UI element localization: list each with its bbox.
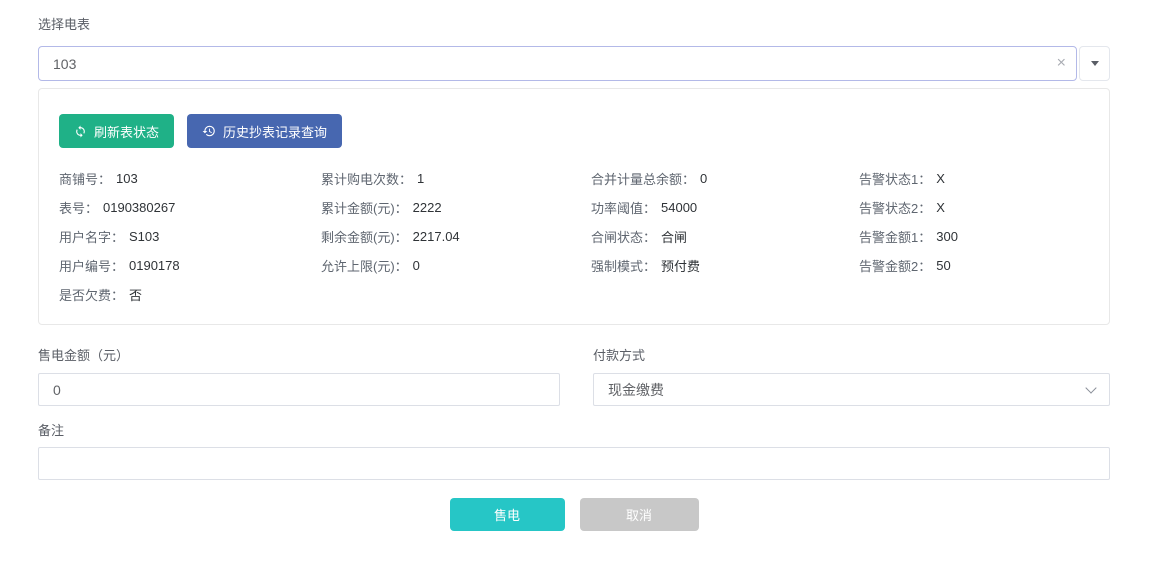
info-item-power-threshold: 功率阈值： 54000 <box>591 193 859 222</box>
panel-buttons: 刷新表状态 历史抄表记录查询 <box>59 114 1089 148</box>
info-item-alarm-status-1: 告警状态1： X <box>859 164 1089 193</box>
sale-amount-label: 售电金额（元） <box>38 349 560 363</box>
history-button-label: 历史抄表记录查询 <box>223 122 327 141</box>
sale-amount-field: 售电金额（元） <box>38 349 560 406</box>
info-item-switch-status: 合闸状态： 合闸 <box>591 222 859 251</box>
refresh-icon <box>74 125 87 138</box>
sell-electricity-page: 选择电表 × 刷新表状态 历史抄表记录查询 商铺号： 103 <box>38 0 1110 531</box>
dropdown-toggle-button[interactable] <box>1079 46 1110 81</box>
meter-info-grid: 商铺号： 103 表号： 0190380267 用户名字： S103 用户编号：… <box>59 164 1089 309</box>
meter-select-label: 选择电表 <box>38 17 1110 32</box>
info-item-alarm-amount-2: 告警金额2： 50 <box>859 251 1089 280</box>
history-records-query-button[interactable]: 历史抄表记录查询 <box>187 114 342 148</box>
info-item-alarm-status-2: 告警状态2： X <box>859 193 1089 222</box>
payment-method-field: 付款方式 现金缴费 <box>593 349 1110 406</box>
footer-actions: 售电 取消 <box>38 498 1110 531</box>
caret-down-icon <box>1091 61 1099 66</box>
info-item-purchase-count: 累计购电次数： 1 <box>321 164 591 193</box>
info-item-total-amount: 累计金额(元)： 2222 <box>321 193 591 222</box>
info-column-4: 告警状态1： X 告警状态2： X 告警金额1： 300 告警金额2： 50 <box>859 164 1089 309</box>
info-column-2: 累计购电次数： 1 累计金额(元)： 2222 剩余金额(元)： 2217.04… <box>321 164 591 309</box>
info-item-meter-number: 表号： 0190380267 <box>59 193 321 222</box>
info-item-force-mode: 强制模式： 预付费 <box>591 251 859 280</box>
remark-input[interactable] <box>38 447 1110 480</box>
info-item-user-code: 用户编号： 0190178 <box>59 251 321 280</box>
chevron-down-icon <box>1085 382 1096 393</box>
info-column-3: 合并计量总余额： 0 功率阈值： 54000 合闸状态： 合闸 强制模式： 预付… <box>591 164 859 309</box>
info-column-1: 商铺号： 103 表号： 0190380267 用户名字： S103 用户编号：… <box>59 164 321 309</box>
info-item-arrears-status: 是否欠费： 否 <box>59 280 321 309</box>
meter-info-panel: 刷新表状态 历史抄表记录查询 商铺号： 103 表号： 0190380267 用… <box>38 88 1110 325</box>
sell-button[interactable]: 售电 <box>450 498 565 531</box>
clear-icon[interactable]: × <box>1057 55 1066 71</box>
history-icon <box>202 124 216 138</box>
sale-amount-input[interactable] <box>38 373 560 406</box>
info-item-shop-number: 商铺号： 103 <box>59 164 321 193</box>
payment-method-value: 现金缴费 <box>608 380 664 400</box>
meter-input-wrap: × <box>38 46 1077 81</box>
meter-input[interactable] <box>38 46 1077 81</box>
sale-form-row: 售电金额（元） 付款方式 现金缴费 <box>38 349 1110 406</box>
payment-method-select[interactable]: 现金缴费 <box>593 373 1110 406</box>
info-item-allowed-limit: 允许上限(元)： 0 <box>321 251 591 280</box>
refresh-meter-status-button[interactable]: 刷新表状态 <box>59 114 174 148</box>
meter-combobox: × <box>38 46 1110 81</box>
info-item-remaining-amount: 剩余金额(元)： 2217.04 <box>321 222 591 251</box>
info-item-user-name: 用户名字： S103 <box>59 222 321 251</box>
remark-label: 备注 <box>38 424 1110 438</box>
refresh-button-label: 刷新表状态 <box>94 122 159 141</box>
info-item-alarm-amount-1: 告警金额1： 300 <box>859 222 1089 251</box>
payment-method-label: 付款方式 <box>593 349 1110 363</box>
cancel-button[interactable]: 取消 <box>580 498 699 531</box>
info-item-merged-balance: 合并计量总余额： 0 <box>591 164 859 193</box>
